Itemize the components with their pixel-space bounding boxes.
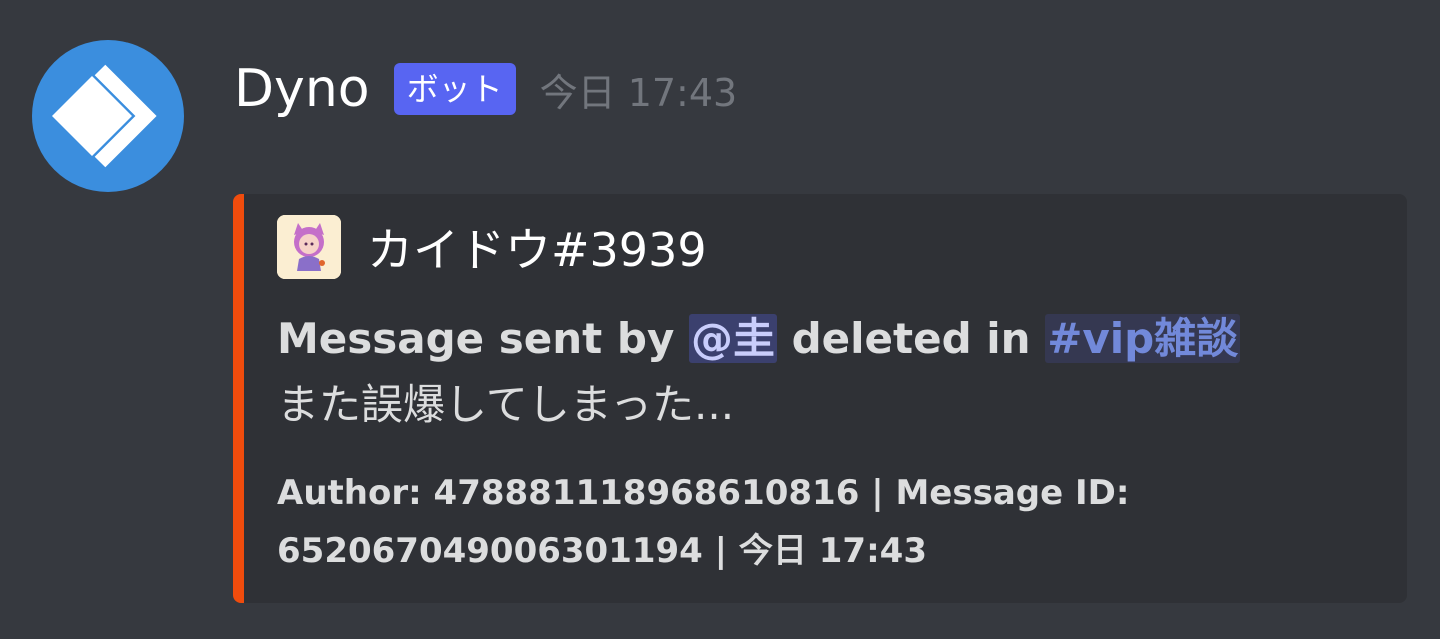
embed-footer: Author: 478881118968610816 | Message ID:…	[277, 464, 1387, 580]
footer-line-1: Author: 478881118968610816 | Message ID:	[277, 473, 1130, 513]
embed-author: カイドウ#3939	[277, 215, 707, 279]
notice-prefix-text: Message sent by	[277, 314, 689, 363]
bot-tag-badge: ボット	[393, 63, 516, 115]
notice-middle-text: deleted in	[776, 314, 1046, 363]
footer-line-2: 652067049006301194 | 今日 17:43	[277, 531, 927, 571]
message-timestamp: 今日 17:43	[539, 70, 738, 115]
channel-mention[interactable]: #vip雑談	[1045, 314, 1241, 363]
chat-message: Dyno ボット 今日 17:43 カイドウ#3939 Message sent…	[0, 0, 1440, 639]
message-header: Dyno ボット 今日 17:43	[234, 54, 737, 124]
user-avatar-icon[interactable]	[277, 215, 341, 279]
embed-description: Message sent by @圭 deleted in #vip雑談 また誤…	[277, 306, 1387, 438]
embed-author-name[interactable]: カイドウ#3939	[367, 214, 707, 280]
deleted-message-content: また誤爆してしまった...	[277, 380, 735, 429]
username[interactable]: Dyno	[234, 59, 370, 119]
delete-notice-line: Message sent by @圭 deleted in #vip雑談	[277, 306, 1387, 372]
embed-card: カイドウ#3939 Message sent by @圭 deleted in …	[233, 194, 1407, 603]
dyno-logo-icon[interactable]	[32, 40, 184, 192]
user-mention[interactable]: @圭	[688, 314, 777, 363]
